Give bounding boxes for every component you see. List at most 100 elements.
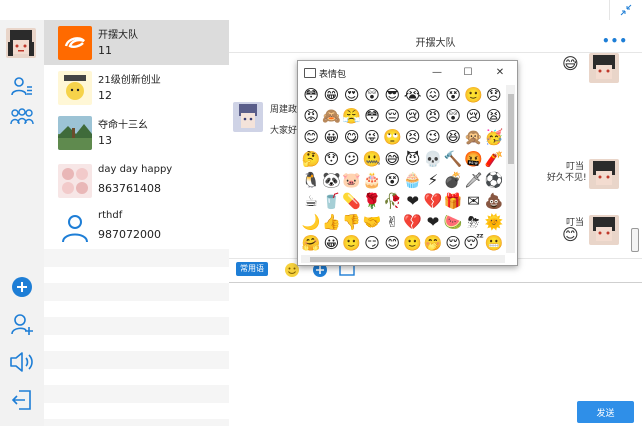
- emoji-item[interactable]: 🙄: [382, 127, 402, 148]
- emoji-item[interactable]: 😢: [463, 106, 483, 127]
- emoji-item[interactable]: 😖: [423, 85, 443, 106]
- emoji-item[interactable]: 😜: [362, 127, 382, 148]
- close-button[interactable]: ✕: [491, 64, 509, 80]
- emoji-item[interactable]: 😢: [402, 106, 422, 127]
- dialog-hscroll-thumb[interactable]: [310, 257, 450, 262]
- emoji-item[interactable]: 😭: [402, 85, 422, 106]
- emoji-item[interactable]: 🙂: [463, 85, 483, 106]
- emoji-item[interactable]: 😵: [382, 170, 402, 191]
- emoji-item[interactable]: 🥤: [321, 191, 341, 212]
- list-item[interactable]: day day happy 863761408: [44, 158, 229, 203]
- emoji-item[interactable]: ✌: [382, 212, 402, 233]
- more-options-icon[interactable]: •••: [602, 34, 628, 48]
- emoji-item[interactable]: 🤝: [362, 212, 382, 233]
- emoji-item[interactable]: 😠: [423, 106, 443, 127]
- emoji-item[interactable]: 💀: [423, 149, 443, 170]
- emoji-item[interactable]: ⚡: [423, 170, 443, 191]
- emoji-item[interactable]: 🤔: [301, 149, 321, 170]
- emoji-item[interactable]: 🐧: [301, 170, 321, 191]
- emoji-item[interactable]: 🙊: [463, 127, 483, 148]
- speaker-icon[interactable]: [8, 348, 36, 376]
- list-item[interactable]: 21级创新创业 12: [44, 65, 229, 110]
- emoji-item[interactable]: 😕: [342, 149, 362, 170]
- list-item[interactable]: rthdf 987072000: [44, 204, 229, 249]
- emoji-item[interactable]: 😊: [382, 233, 402, 254]
- send-button[interactable]: 发送: [577, 401, 634, 423]
- emoji-item[interactable]: 💔: [402, 212, 422, 233]
- user-avatar[interactable]: [6, 28, 36, 58]
- emoji-item[interactable]: 😋: [342, 127, 362, 148]
- emoji-item[interactable]: 😳: [362, 106, 382, 127]
- emoji-item[interactable]: 😅: [382, 149, 402, 170]
- emoji-item[interactable]: 🤗: [301, 233, 321, 254]
- emoji-item[interactable]: ❤: [423, 212, 443, 233]
- emoji-item[interactable]: 😲: [362, 85, 382, 106]
- emoji-item[interactable]: 🤐: [362, 149, 382, 170]
- emoji-item[interactable]: 💔: [423, 191, 443, 212]
- maximize-button[interactable]: ☐: [459, 64, 477, 80]
- list-item[interactable]: 夺命十三幺 13: [44, 110, 229, 155]
- minimize-button[interactable]: —: [428, 64, 446, 80]
- emoji-item[interactable]: 🐷: [342, 170, 362, 191]
- emoji-item[interactable]: 🤭: [423, 233, 443, 254]
- emoji-item[interactable]: 😆: [443, 127, 463, 148]
- emoji-item[interactable]: 😵: [443, 85, 463, 106]
- emoji-item[interactable]: 💩: [484, 191, 504, 212]
- dialog-scroll-thumb[interactable]: [508, 94, 514, 164]
- emoji-item[interactable]: 👎: [342, 212, 362, 233]
- emoji-item[interactable]: 😔: [382, 106, 402, 127]
- dialog-title-bar[interactable]: 表情包 — ☐ ✕: [298, 61, 517, 83]
- emoji-item[interactable]: 🙂: [342, 233, 362, 254]
- emoji-item[interactable]: 😳: [301, 85, 321, 106]
- emoji-item[interactable]: 💣: [443, 170, 463, 191]
- emoji-item[interactable]: 🥳: [484, 127, 504, 148]
- emoji-item[interactable]: 😀: [321, 127, 341, 148]
- emoji-item[interactable]: 🔨: [443, 149, 463, 170]
- emoji-item[interactable]: ⚽: [484, 170, 504, 191]
- emoji-item[interactable]: 🎁: [443, 191, 463, 212]
- emoji-item[interactable]: 😈: [402, 149, 422, 170]
- emoji-item[interactable]: 😀: [321, 233, 341, 254]
- emoji-item[interactable]: 😁: [321, 85, 341, 106]
- emoji-item[interactable]: 👍: [321, 212, 341, 233]
- contacts-icon[interactable]: [8, 72, 36, 100]
- emoji-item[interactable]: 😍: [342, 85, 362, 106]
- emoji-item[interactable]: 🧨: [484, 149, 504, 170]
- emoji-item[interactable]: 😴: [463, 233, 483, 254]
- add-icon[interactable]: [8, 273, 36, 301]
- emoji-item[interactable]: 🌙: [301, 212, 321, 233]
- emoji-item[interactable]: 🥀: [382, 191, 402, 212]
- emoji-item[interactable]: 💊: [342, 191, 362, 212]
- emoji-item[interactable]: 🐼: [321, 170, 341, 191]
- emoji-item[interactable]: 🙈: [321, 106, 341, 127]
- emoji-item[interactable]: 🌹: [362, 191, 382, 212]
- emoji-item[interactable]: 😉: [423, 127, 443, 148]
- emoji-item[interactable]: 🍉: [443, 212, 463, 233]
- emoji-item[interactable]: 😡: [301, 106, 321, 127]
- message-input[interactable]: 发送: [229, 282, 642, 427]
- logout-icon[interactable]: [8, 386, 36, 414]
- emoji-item[interactable]: 🌞: [484, 212, 504, 233]
- emoji-item[interactable]: 😣: [402, 127, 422, 148]
- emoji-item[interactable]: 🗡: [463, 170, 483, 191]
- emoji-item[interactable]: ❤: [402, 191, 422, 212]
- add-friend-icon[interactable]: [8, 310, 36, 338]
- emoji-item[interactable]: 😏: [362, 233, 382, 254]
- emoji-item[interactable]: 😤: [342, 106, 362, 127]
- message-scrollbar[interactable]: [631, 228, 639, 252]
- emoji-item[interactable]: 🙂: [402, 233, 422, 254]
- emoji-item[interactable]: 😎: [382, 85, 402, 106]
- common-phrases-button[interactable]: 常用语: [236, 262, 268, 276]
- emoji-item[interactable]: 🧁: [402, 170, 422, 191]
- emoji-item[interactable]: ⛈: [463, 212, 483, 233]
- emoji-item[interactable]: ☕: [301, 191, 321, 212]
- emoji-item[interactable]: 😌: [443, 233, 463, 254]
- emoji-item[interactable]: 😯: [321, 149, 341, 170]
- emoji-item[interactable]: 😫: [484, 106, 504, 127]
- emoji-item[interactable]: 😊: [301, 127, 321, 148]
- emoji-item[interactable]: 🎂: [362, 170, 382, 191]
- groups-icon[interactable]: [8, 102, 36, 130]
- list-item[interactable]: 开摆大队 11: [44, 20, 229, 65]
- emoji-item[interactable]: 😬: [484, 233, 504, 254]
- emoji-item[interactable]: ✉: [463, 191, 483, 212]
